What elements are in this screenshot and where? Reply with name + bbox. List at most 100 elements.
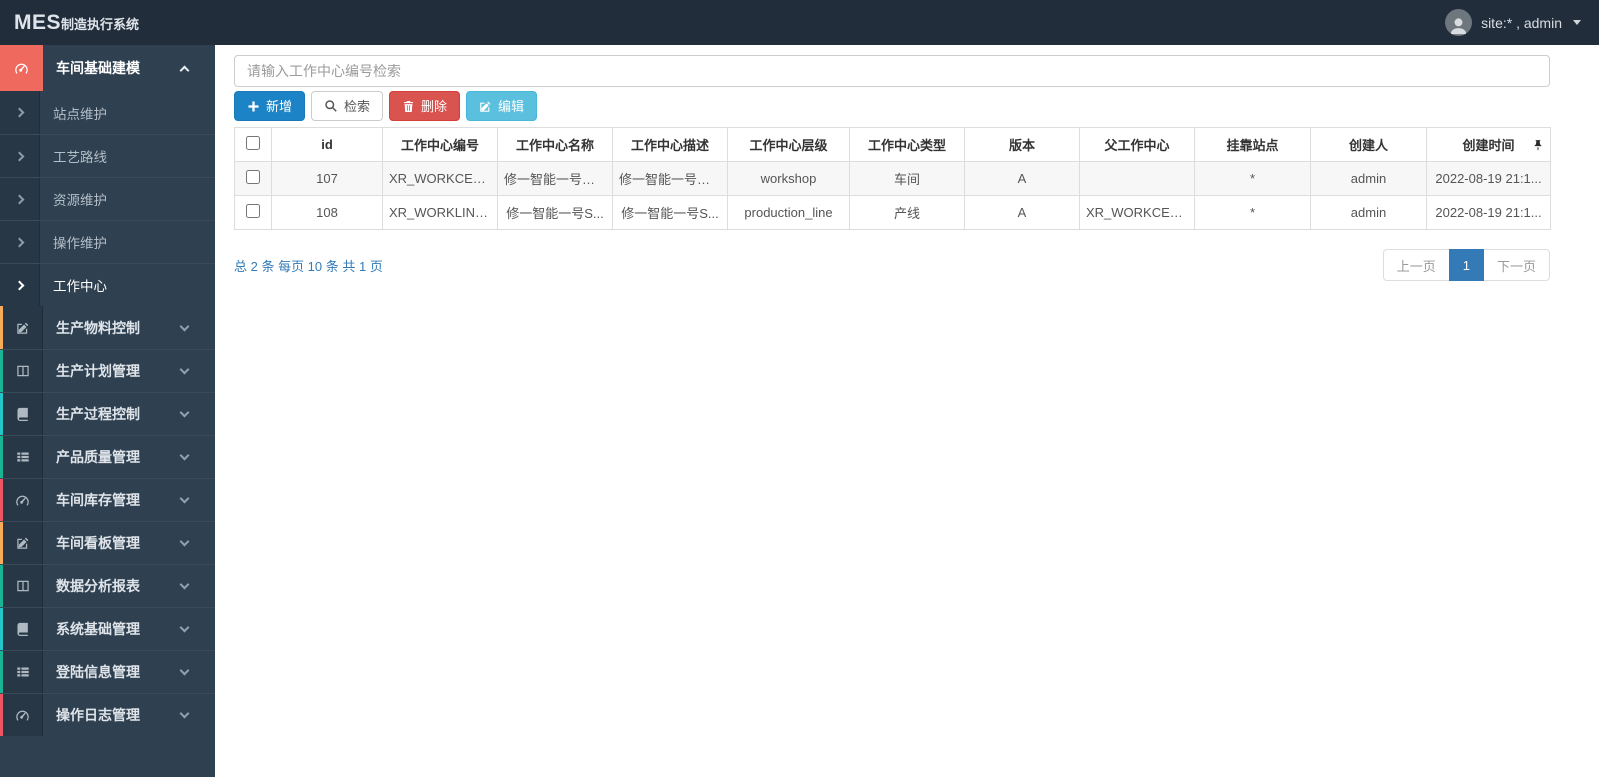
edit-button[interactable]: 编辑 xyxy=(466,91,538,121)
sidebar-item-label: 生产过程控制 xyxy=(56,406,140,422)
cell-r1-c7: XR_WORKCEN... xyxy=(1079,195,1195,230)
column-header-3[interactable]: 工作中心描述 xyxy=(612,127,728,162)
cell-r0-c0: 107 xyxy=(271,161,383,196)
chevron-up-icon xyxy=(179,45,215,91)
column-header-1[interactable]: 工作中心编号 xyxy=(382,127,498,162)
row-select-cell xyxy=(234,161,272,196)
sidebar-item-9[interactable]: 操作日志管理 xyxy=(0,693,215,736)
column-header-8[interactable]: 挂靠站点 xyxy=(1194,127,1311,162)
cell-r1-c5: 产线 xyxy=(849,195,965,230)
cell-r0-c10: 2022-08-19 21:1... xyxy=(1426,161,1551,196)
sidebar-subitem-1[interactable]: 工艺路线 xyxy=(0,134,215,177)
sidebar-subitem-label: 操作维护 xyxy=(53,236,107,251)
sidebar-item-8[interactable]: 登陆信息管理 xyxy=(0,650,215,693)
column-header-6[interactable]: 版本 xyxy=(964,127,1080,162)
chevron-down-icon xyxy=(179,694,215,736)
search-input[interactable] xyxy=(234,55,1550,87)
workcenter-table: id 工作中心编号 工作中心名称 工作中心描述 工作中心层级 工作中心类型 版本 父工作中心挂… xyxy=(234,127,1551,230)
chevron-down-icon xyxy=(179,479,215,521)
pencil-square-icon xyxy=(479,100,492,113)
sidebar-item-2[interactable]: 生产过程控制 xyxy=(0,392,215,435)
cell-r0-c6: A xyxy=(964,161,1080,196)
chevron-down-icon xyxy=(179,306,215,349)
table-header-row: id 工作中心编号 工作中心名称 工作中心描述 工作中心层级 工作中心类型 版本 父工作中心挂… xyxy=(234,127,1551,162)
sidebar-item-7[interactable]: 系统基础管理 xyxy=(0,607,215,650)
cell-r1-c9: admin xyxy=(1310,195,1427,230)
select-all-header xyxy=(234,127,272,162)
chevron-right-icon xyxy=(0,91,40,134)
next-page-button[interactable]: 下一页 xyxy=(1482,249,1550,281)
sidebar-item-3[interactable]: 产品质量管理 xyxy=(0,435,215,478)
user-label: site:* , admin xyxy=(1481,14,1562,31)
page-1-button[interactable]: 1 xyxy=(1448,249,1484,281)
record-summary: 总 2 条 每页 10 条 共 1 页 xyxy=(234,258,383,274)
sidebar-item-5[interactable]: 车间看板管理 xyxy=(0,521,215,564)
chevron-down-icon xyxy=(179,608,215,650)
edit-icon xyxy=(3,306,43,349)
row-select-cell xyxy=(234,195,272,230)
sidebar-item-label: 登陆信息管理 xyxy=(56,664,140,680)
sidebar-item-1[interactable]: 生产计划管理 xyxy=(0,349,215,392)
column-header-5[interactable]: 工作中心类型 xyxy=(849,127,965,162)
columns-icon xyxy=(3,350,43,392)
search-button[interactable]: 检索 xyxy=(311,91,384,121)
edit-button-label: 编辑 xyxy=(498,98,525,114)
columns-icon xyxy=(3,565,43,607)
app-logo-suffix: 制造执行系统 xyxy=(61,16,140,32)
sidebar-item-label: 车间看板管理 xyxy=(56,535,140,551)
sidebar-item-label: 数据分析报表 xyxy=(56,578,140,594)
cell-r1-c0: 108 xyxy=(271,195,383,230)
sidebar-item-label: 操作日志管理 xyxy=(56,707,140,723)
toolbar: 新增 检索 删除 编辑 xyxy=(234,91,1550,121)
caret-down-icon xyxy=(1573,20,1581,25)
sidebar-group-workshop-modeling[interactable]: 车间基础建模 xyxy=(0,45,215,91)
chevron-right-icon xyxy=(0,264,40,306)
cell-r1-c2: 修一智能一号S... xyxy=(497,195,613,230)
list-icon xyxy=(3,436,43,478)
select-all-checkbox[interactable] xyxy=(246,136,260,150)
sidebar-subitem-0[interactable]: 站点维护 xyxy=(0,91,215,134)
chevron-down-icon xyxy=(179,565,215,607)
sidebar-item-label: 车间库存管理 xyxy=(56,492,140,508)
row-checkbox[interactable] xyxy=(246,170,260,184)
cell-r0-c9: admin xyxy=(1310,161,1427,196)
prev-page-button[interactable]: 上一页 xyxy=(1382,249,1450,281)
app-logo-bold: MES xyxy=(14,10,62,34)
book-icon xyxy=(3,608,43,650)
delete-button-label: 删除 xyxy=(421,98,448,114)
sidebar-subitem-4[interactable]: 工作中心 xyxy=(0,263,215,306)
column-header-7[interactable]: 父工作中心 xyxy=(1079,127,1195,162)
column-header-4[interactable]: 工作中心层级 xyxy=(727,127,850,162)
table-footer: 总 2 条 每页 10 条 共 1 页 上一页 1 下一页 xyxy=(234,249,1550,281)
sidebar-item-4[interactable]: 车间库存管理 xyxy=(0,478,215,521)
column-header-9[interactable]: 创建人 xyxy=(1310,127,1427,162)
chevron-down-icon xyxy=(179,393,215,435)
dashboard-icon xyxy=(3,694,43,736)
list-icon xyxy=(3,651,43,693)
column-header-0[interactable]: id xyxy=(271,127,383,162)
top-navbar: MES 制造执行系统 site:* , admin xyxy=(0,0,1599,45)
search-icon xyxy=(324,99,338,113)
add-button[interactable]: 新增 xyxy=(234,91,306,121)
pin-icon xyxy=(1532,139,1544,151)
sidebar-item-label: 生产物料控制 xyxy=(56,319,140,336)
cell-r1-c6: A xyxy=(964,195,1080,230)
sidebar-item-6[interactable]: 数据分析报表 xyxy=(0,564,215,607)
sidebar-submenu: 站点维护 工艺路线 资源维护操作维护工作中心 xyxy=(0,91,215,306)
table-row-1: 108 XR_WORKLINE... 修一智能一号S... 修一智能一号S... pro… xyxy=(234,195,1551,230)
cell-r0-c3: 修一智能一号车间 xyxy=(612,161,728,196)
chevron-right-icon xyxy=(0,178,40,220)
dashboard-icon xyxy=(3,479,43,521)
cell-r1-c1: XR_WORKLINE... xyxy=(382,195,498,230)
sidebar-subitem-3[interactable]: 操作维护 xyxy=(0,220,215,263)
column-header-10[interactable]: 创建时间 xyxy=(1426,127,1551,162)
chevron-down-icon xyxy=(179,436,215,478)
column-header-2[interactable]: 工作中心名称 xyxy=(497,127,613,162)
row-checkbox[interactable] xyxy=(246,204,260,218)
page-content: 新增 检索 删除 编辑 id工作中心编号工作中心名称工作中心描述工作中心层级工作… xyxy=(215,34,1599,281)
sidebar-subitem-2[interactable]: 资源维护 xyxy=(0,177,215,220)
table-row-0: 107 XR_WORKCEN... 修一智能一号车间 修一智能一号车间 workshop… xyxy=(234,161,1551,196)
delete-button[interactable]: 删除 xyxy=(389,91,461,121)
sidebar-item-0[interactable]: 生产物料控制 xyxy=(0,306,215,349)
user-menu[interactable]: site:* , admin xyxy=(1445,9,1581,36)
